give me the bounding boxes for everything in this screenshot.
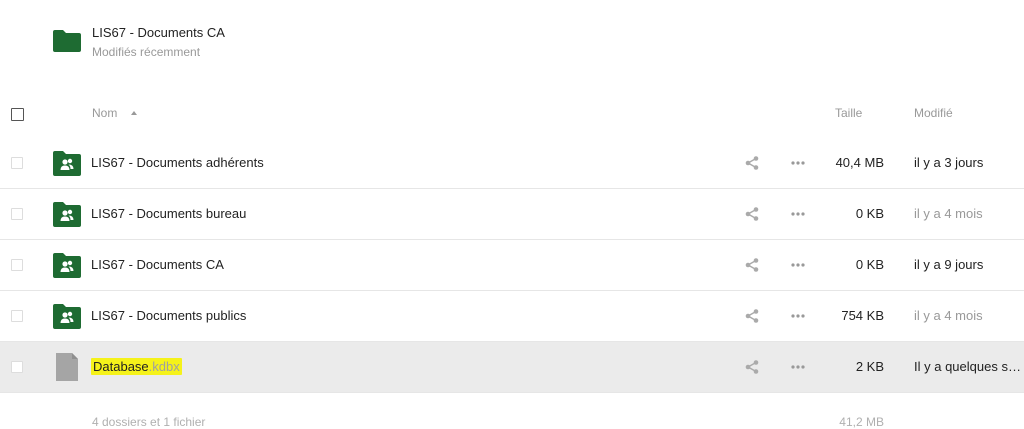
more-actions-icon[interactable]: [790, 206, 806, 222]
folder-icon: [53, 30, 81, 52]
file-name[interactable]: LIS67 - Documents bureau: [91, 206, 246, 221]
file-size: 2 KB: [855, 359, 884, 374]
file-icon: [56, 353, 78, 381]
file-size: 0 KB: [855, 257, 884, 272]
file-row[interactable]: LIS67 - Documents adhérents 40,4 MB il y…: [0, 138, 1024, 189]
file-name[interactable]: LIS67 - Documents CA: [91, 257, 224, 272]
sort-by-modified-header[interactable]: Modifié: [914, 106, 953, 120]
more-actions-icon[interactable]: [790, 359, 806, 375]
shared-folder-icon: [53, 304, 81, 329]
row-checkbox[interactable]: [11, 259, 23, 271]
share-icon[interactable]: [744, 257, 760, 273]
more-actions-icon[interactable]: [790, 155, 806, 171]
file-row[interactable]: LIS67 - Documents bureau 0 KB il y a 4 m…: [0, 189, 1024, 240]
file-row[interactable]: Database.kdbx 2 KB Il y a quelques secon…: [0, 342, 1024, 393]
summary-count: 4 dossiers et 1 fichier: [92, 415, 206, 429]
search-highlight: Database.kdbx: [91, 358, 182, 375]
row-checkbox[interactable]: [11, 361, 23, 373]
file-list-header: Nom Taille Modifié: [0, 88, 1024, 139]
recent-changes-link[interactable]: Modifiés récemment: [92, 45, 200, 59]
file-name[interactable]: LIS67 - Documents adhérents: [91, 155, 264, 170]
file-modified: il y a 3 jours: [914, 155, 984, 170]
row-checkbox[interactable]: [11, 157, 23, 169]
file-row[interactable]: LIS67 - Documents CA 0 KB il y a 9 jours: [0, 240, 1024, 291]
share-icon[interactable]: [744, 308, 760, 324]
select-all-checkbox[interactable]: [11, 108, 24, 121]
shared-folder-icon: [53, 202, 81, 227]
file-size: 40,4 MB: [835, 155, 884, 170]
shared-folder-icon: [53, 253, 81, 278]
current-folder-title: LIS67 - Documents CA: [92, 25, 225, 40]
share-icon[interactable]: [744, 359, 760, 375]
file-name[interactable]: Database.kdbx: [91, 358, 182, 375]
sort-by-size-header[interactable]: Taille: [835, 106, 862, 120]
current-folder-header: LIS67 - Documents CA Modifiés récemment: [0, 0, 1024, 88]
file-row[interactable]: LIS67 - Documents publics 754 KB il y a …: [0, 291, 1024, 342]
file-basename: Database: [93, 359, 149, 374]
shared-folder-icon: [53, 151, 81, 176]
file-list-summary: 4 dossiers et 1 fichier 41,2 MB: [0, 392, 1024, 429]
file-modified: il y a 9 jours: [914, 257, 984, 272]
file-size: 0 KB: [855, 206, 884, 221]
sort-ascending-icon[interactable]: [131, 111, 137, 115]
file-modified: il y a 4 mois: [914, 308, 983, 323]
file-modified: il y a 4 mois: [914, 206, 983, 221]
sort-by-name-header[interactable]: Nom: [92, 106, 117, 120]
file-extension: .kdbx: [148, 359, 180, 374]
file-modified: Il y a quelques secondes: [914, 359, 1024, 374]
summary-total-size: 41,2 MB: [839, 415, 884, 429]
row-checkbox[interactable]: [11, 310, 23, 322]
file-size: 754 KB: [841, 308, 884, 323]
more-actions-icon[interactable]: [790, 257, 806, 273]
more-actions-icon[interactable]: [790, 308, 806, 324]
file-name[interactable]: LIS67 - Documents publics: [91, 308, 246, 323]
share-icon[interactable]: [744, 155, 760, 171]
share-icon[interactable]: [744, 206, 760, 222]
row-checkbox[interactable]: [11, 208, 23, 220]
